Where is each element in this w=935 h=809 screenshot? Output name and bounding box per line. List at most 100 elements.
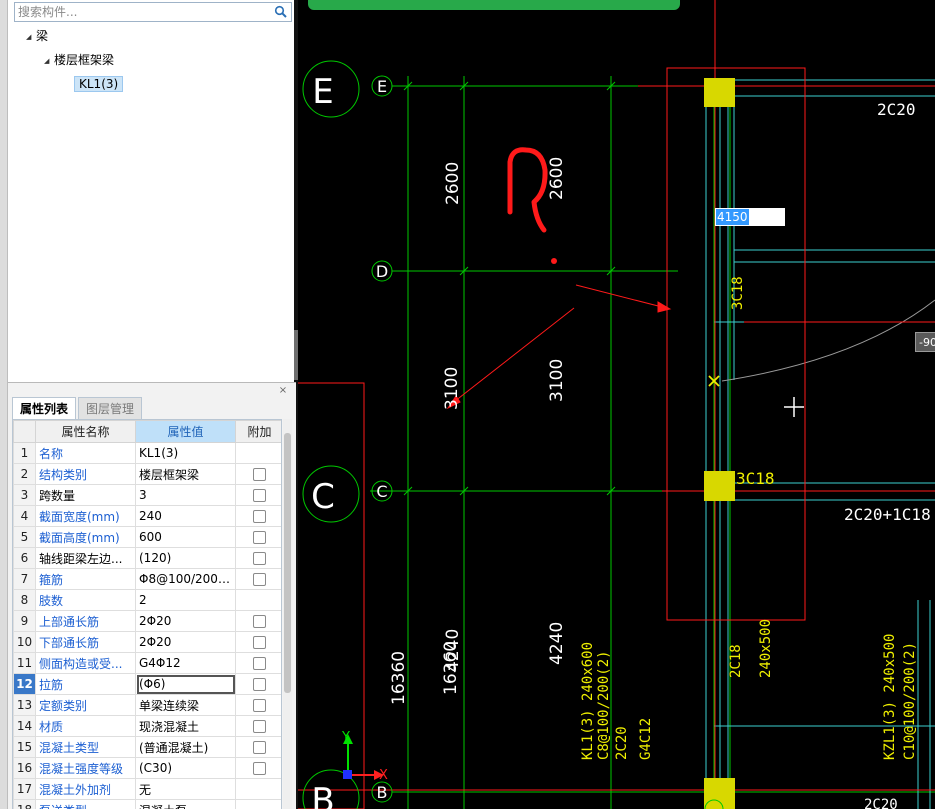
row-number: 17 [13, 778, 36, 800]
add-checkbox[interactable] [253, 573, 266, 586]
property-name: 混凝土强度等级 [35, 757, 136, 779]
table-row[interactable]: 9 上部通长筋 2Φ20 [13, 610, 281, 632]
property-value[interactable]: 2Φ20 [135, 610, 236, 632]
add-checkbox[interactable] [253, 762, 266, 775]
table-row[interactable]: 16 混凝土强度等级 (C30) [13, 757, 281, 779]
property-value[interactable]: 2 [135, 589, 236, 611]
add-checkbox[interactable] [253, 720, 266, 733]
property-value[interactable]: 无 [135, 778, 236, 800]
property-name: 混凝土外加剂 [35, 778, 136, 800]
table-row[interactable]: 8 肢数 2 [13, 589, 281, 611]
table-row[interactable]: 5 截面高度(mm) 600 [13, 526, 281, 548]
add-checkbox[interactable] [253, 699, 266, 712]
rebar-text-3c18: 3C18 [730, 276, 746, 310]
selection-frame-beam [666, 67, 806, 621]
property-add-cell [235, 610, 281, 632]
table-row[interactable]: 7 箍筋 Φ8@100/200(2) [13, 568, 281, 590]
table-row[interactable]: 1 名称 KL1(3) [13, 442, 281, 464]
dimension-input[interactable]: 4150 [715, 208, 785, 226]
dim-text-4240: 4240 [547, 622, 567, 665]
property-value[interactable]: 混凝土泵 [135, 799, 236, 809]
add-checkbox[interactable] [253, 468, 266, 481]
close-icon[interactable]: × [278, 385, 288, 396]
dim-text-2600: 2600 [443, 162, 463, 205]
column-block [704, 471, 735, 501]
property-name: 肢数 [35, 589, 136, 611]
add-checkbox[interactable] [253, 678, 266, 691]
table-row[interactable]: 14 材质 现浇混凝土 [13, 715, 281, 737]
tab-property-list[interactable]: 属性列表 [12, 397, 77, 419]
expand-arrow-icon[interactable]: ◢ [26, 27, 36, 47]
property-value[interactable]: Φ8@100/200(2) [135, 568, 236, 590]
table-row[interactable]: 3 跨数量 3 [13, 484, 281, 506]
column-header-add[interactable]: 附加 [235, 420, 281, 443]
row-number: 13 [13, 694, 36, 716]
table-row[interactable]: 6 轴线距梁左边... (120) [13, 547, 281, 569]
property-scrollbar[interactable] [283, 419, 292, 809]
property-name: 材质 [35, 715, 136, 737]
property-value[interactable]: 600 [135, 526, 236, 548]
add-checkbox[interactable] [253, 741, 266, 754]
property-add-cell [235, 526, 281, 548]
property-value[interactable]: (Φ6) [135, 673, 236, 695]
property-name: 箍筋 [35, 568, 136, 590]
property-name: 截面高度(mm) [35, 526, 136, 548]
property-value[interactable]: 楼层框架梁 [135, 463, 236, 485]
dimension-input-value[interactable]: 4150 [716, 209, 749, 225]
add-checkbox[interactable] [253, 531, 266, 544]
property-scrollbar-thumb[interactable] [284, 433, 291, 693]
table-row[interactable]: 11 侧面构造或受... G4Φ12 [13, 652, 281, 674]
property-value[interactable]: KL1(3) [135, 442, 236, 464]
property-name: 拉筋 [35, 673, 136, 695]
property-value[interactable]: (C30) [135, 757, 236, 779]
cad-drawing-canvas[interactable]: E E D C C B B 2600 2600 3100 3100 4240 4… [298, 0, 935, 809]
axis-label-e-large: E [312, 72, 333, 112]
property-value[interactable]: 240 [135, 505, 236, 527]
row-number: 8 [13, 589, 36, 611]
tree-node-floor-frame-beam[interactable]: ◢ 楼层框架梁 [44, 50, 114, 70]
column-header-value[interactable]: 属性值 [135, 420, 236, 443]
property-value[interactable]: 3 [135, 484, 236, 506]
axis-label-b: B [377, 783, 388, 802]
table-row[interactable]: 4 截面宽度(mm) 240 [13, 505, 281, 527]
question-mark-dot [551, 258, 557, 264]
table-row[interactable]: 12 拉筋 (Φ6) [13, 673, 281, 695]
row-number: 9 [13, 610, 36, 632]
add-checkbox[interactable] [253, 489, 266, 502]
row-number: 14 [13, 715, 36, 737]
beam-label-top-bar: 2C20 [614, 726, 630, 760]
add-checkbox[interactable] [253, 657, 266, 670]
property-table-container: 属性名称 属性值 附加 1 名称 KL1(3) 2 结构类别 楼层框架梁 3 跨数量 3 4 截面宽… [12, 419, 282, 809]
property-add-cell [235, 505, 281, 527]
beam-label-side-bar: G4C12 [638, 718, 654, 760]
property-value[interactable]: 现浇混凝土 [135, 715, 236, 737]
row-number: 12 [13, 673, 36, 695]
table-row[interactable]: 10 下部通长筋 2Φ20 [13, 631, 281, 653]
add-checkbox[interactable] [253, 510, 266, 523]
axis-label-b-large: B [311, 781, 334, 809]
add-checkbox[interactable] [253, 552, 266, 565]
add-checkbox[interactable] [253, 636, 266, 649]
beam-label-kzl1: KZL1(3) 240x500 [882, 634, 898, 760]
property-value[interactable]: (普通混凝土) [135, 736, 236, 758]
add-checkbox[interactable] [253, 615, 266, 628]
property-value[interactable]: G4Φ12 [135, 652, 236, 674]
table-row[interactable]: 18泵送类型混凝土泵 [13, 799, 281, 809]
tab-layer-management[interactable]: 图层管理 [78, 397, 143, 419]
property-value[interactable]: 2Φ20 [135, 631, 236, 653]
rebar-text-3c18: 3C18 [736, 469, 775, 488]
table-row[interactable]: 17 混凝土外加剂无 [13, 778, 281, 800]
table-row[interactable]: 13 定额类别 单梁连续梁 [13, 694, 281, 716]
tree-node-beam[interactable]: ◢ 梁 [26, 26, 48, 46]
property-name: 泵送类型 [35, 799, 136, 809]
search-input[interactable] [15, 3, 265, 21]
table-row[interactable]: 15 混凝土类型 (普通混凝土) [13, 736, 281, 758]
property-value[interactable]: (120) [135, 547, 236, 569]
property-add-cell [235, 484, 281, 506]
tree-node-kl1[interactable]: KL1(3) [74, 74, 124, 94]
search-icon[interactable] [274, 5, 288, 19]
table-row[interactable]: 2 结构类别 楼层框架梁 [13, 463, 281, 485]
property-value[interactable]: 单梁连续梁 [135, 694, 236, 716]
expand-arrow-icon[interactable]: ◢ [44, 51, 54, 71]
column-header-name[interactable]: 属性名称 [35, 420, 136, 443]
